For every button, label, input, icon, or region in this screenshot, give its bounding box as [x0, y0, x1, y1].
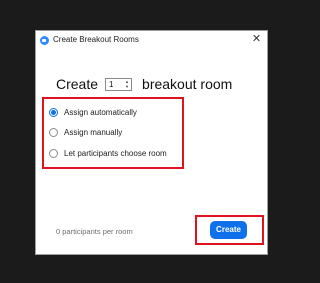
option-assign-automatically[interactable]: Assign automatically: [49, 106, 137, 118]
stepper-arrows[interactable]: ▲ ▼: [123, 79, 131, 90]
participants-per-room-text: 0 participants per room: [56, 227, 133, 236]
room-count-stepper[interactable]: 1 ▲ ▼: [105, 77, 133, 91]
create-button[interactable]: Create: [210, 221, 247, 239]
close-icon[interactable]: ✕: [251, 34, 262, 45]
radio-selected-icon[interactable]: [49, 107, 58, 117]
option-label: Let participants choose room: [64, 148, 167, 158]
create-breakout-rooms-dialog: Create Breakout Rooms ✕ Create 1 ▲ ▼ bre…: [35, 30, 268, 255]
radio-unselected-icon[interactable]: [49, 148, 58, 158]
heading-prefix: Create: [56, 76, 99, 92]
option-let-participants-choose[interactable]: Let participants choose room: [49, 147, 167, 159]
option-label: Assign manually: [64, 127, 123, 137]
option-label: Assign automatically: [64, 107, 137, 117]
window-title: Create Breakout Rooms: [53, 35, 139, 44]
option-assign-manually[interactable]: Assign manually: [49, 126, 122, 138]
room-count-heading: Create 1 ▲ ▼ breakout room: [56, 75, 232, 93]
radio-unselected-icon[interactable]: [49, 127, 58, 137]
stepper-down-icon[interactable]: ▼: [125, 84, 129, 89]
title-bar[interactable]: Create Breakout Rooms ✕: [36, 31, 267, 51]
heading-suffix: breakout room: [142, 76, 233, 92]
room-count-value[interactable]: 1: [106, 80, 123, 89]
zoom-logo-icon: [40, 36, 49, 45]
